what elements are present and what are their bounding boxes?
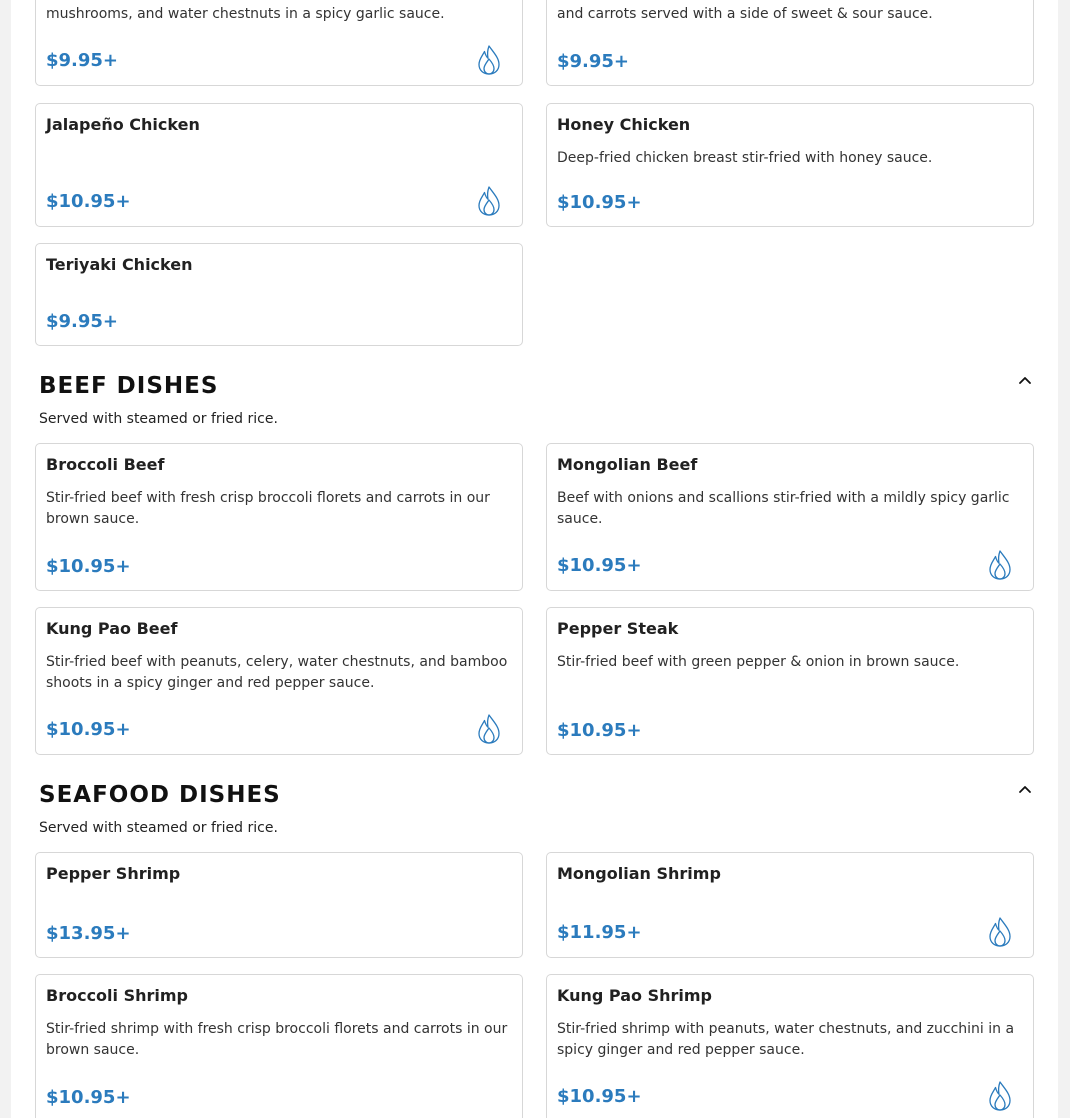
item-name: Kung Pao Beef [46,619,178,638]
menu-item-card[interactable]: Broccoli Beef Stir-fried beef with fresh… [35,443,523,591]
item-name: Kung Pao Shrimp [557,986,712,1005]
menu-item-card[interactable]: Kung Pao Shrimp Stir-fried shrimp with p… [546,974,1034,1118]
item-description: Beef with onions and scallions stir-frie… [557,490,1010,527]
section-subtitle: Served with steamed or fried rice. [39,411,278,427]
item-name: Teriyaki Chicken [46,255,193,274]
menu-item-card[interactable]: Mongolian Shrimp $11.95+ [546,852,1034,958]
item-price: $10.95+ [46,719,131,740]
chevron-up-icon[interactable] [1017,781,1033,797]
item-name: Mongolian Beef [557,455,698,474]
flame-icon [989,550,1011,580]
menu-page: mushrooms, and water chestnuts in a spic… [11,0,1058,1118]
item-price: $10.95+ [46,556,131,577]
menu-item-card[interactable]: and carrots served with a side of sweet … [546,0,1034,86]
item-name: Broccoli Shrimp [46,986,188,1005]
item-description: Stir-fried beef with fresh crisp broccol… [46,490,490,527]
menu-item-card[interactable]: Pepper Shrimp $13.95+ [35,852,523,958]
item-name: Jalapeño Chicken [46,115,200,134]
item-description: and carrots served with a side of sweet … [557,6,933,22]
menu-item-card[interactable]: Teriyaki Chicken $9.95+ [35,243,523,346]
item-name: Broccoli Beef [46,455,165,474]
flame-icon [478,186,500,216]
menu-item-card[interactable]: Broccoli Shrimp Stir-fried shrimp with f… [35,974,523,1118]
flame-icon [989,917,1011,947]
item-price: $9.95+ [46,311,119,332]
flame-icon [478,714,500,744]
chevron-up-icon[interactable] [1017,372,1033,388]
menu-item-card[interactable]: Jalapeño Chicken $10.95+ [35,103,523,227]
menu-item-card[interactable]: Pepper Steak Stir-fried beef with green … [546,607,1034,755]
item-price: $13.95+ [46,923,131,944]
item-price: $10.95+ [557,192,642,213]
item-description: Stir-fried shrimp with peanuts, water ch… [557,1021,1015,1058]
item-name: Mongolian Shrimp [557,864,721,883]
section-title: SEAFOOD DISHES [39,782,281,808]
item-name: Pepper Steak [557,619,679,638]
item-price: $9.95+ [46,50,119,71]
item-description: Stir-fried beef with peanuts, celery, wa… [46,654,508,691]
menu-item-card[interactable]: Mongolian Beef Beef with onions and scal… [546,443,1034,591]
section-subtitle: Served with steamed or fried rice. [39,820,278,836]
item-price: $9.95+ [557,51,630,72]
menu-item-card[interactable]: mushrooms, and water chestnuts in a spic… [35,0,523,86]
item-price: $10.95+ [46,1087,131,1108]
item-price: $10.95+ [557,720,642,741]
flame-icon [989,1081,1011,1111]
item-description: Stir-fried beef with green pepper & onio… [557,654,960,670]
item-price: $10.95+ [46,191,131,212]
item-price: $10.95+ [557,555,642,576]
item-name: Pepper Shrimp [46,864,181,883]
item-price: $11.95+ [557,922,642,943]
menu-item-card[interactable]: Kung Pao Beef Stir-fried beef with peanu… [35,607,523,755]
item-name: Honey Chicken [557,115,691,134]
menu-item-card[interactable]: Honey Chicken Deep-fried chicken breast … [546,103,1034,227]
item-description: Stir-fried shrimp with fresh crisp brocc… [46,1021,508,1058]
item-description: Deep-fried chicken breast stir-fried wit… [557,150,933,166]
item-price: $10.95+ [557,1086,642,1107]
section-title: BEEF DISHES [39,373,219,399]
flame-icon [478,45,500,75]
item-description: mushrooms, and water chestnuts in a spic… [46,6,445,22]
